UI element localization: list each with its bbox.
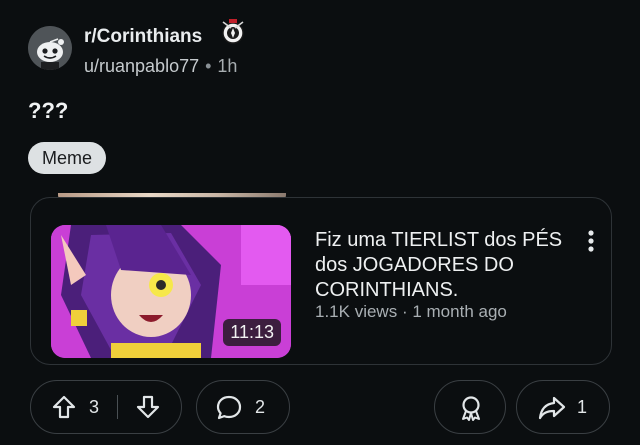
share-button[interactable]: 1 <box>516 380 610 434</box>
post-time: 1h <box>217 56 238 76</box>
subreddit-name[interactable]: r/Corinthians <box>84 26 202 48</box>
author-line: u/ruanpablo77 • 1h <box>84 56 237 77</box>
post-header: r/Corinthians u/ruanpablo77 • 1h <box>28 19 628 76</box>
video-title[interactable]: Fiz uma TIERLIST dos PÉS dos JOGADORES D… <box>315 228 565 303</box>
post-flair[interactable]: Meme <box>28 142 107 174</box>
snoo-avatar-icon[interactable] <box>28 26 72 70</box>
post-title[interactable]: ??? <box>28 98 68 124</box>
author-name[interactable]: u/ruanpablo77 <box>84 56 199 76</box>
share-count: 1 <box>577 397 588 417</box>
separator-dot: • <box>205 56 212 76</box>
upvote-count: 3 <box>89 397 100 417</box>
downvote-arrow-icon[interactable] <box>135 394 161 425</box>
vote-control: 3 <box>30 380 182 434</box>
comment-button[interactable]: 2 <box>196 380 290 434</box>
share-arrow-icon <box>537 394 567 427</box>
comment-bubble-icon <box>215 394 243 427</box>
video-views: 1.1K views <box>315 302 398 321</box>
video-embed-card[interactable]: 11:13 Fiz uma TIERLIST dos PÉS dos JOGAD… <box>30 197 612 365</box>
meta-separator: · <box>401 302 408 321</box>
vertical-dots-icon[interactable] <box>579 226 603 256</box>
video-duration: 11:13 <box>223 319 281 346</box>
video-meta: 1.1K views · 1 month ago <box>315 302 507 322</box>
comment-count: 2 <box>255 397 266 417</box>
award-icon <box>457 394 485 427</box>
award-button[interactable] <box>434 380 506 434</box>
video-age: 1 month ago <box>412 302 507 321</box>
upvote-arrow-icon[interactable] <box>51 394 77 425</box>
video-thumbnail[interactable]: 11:13 <box>51 225 291 358</box>
vote-divider <box>117 395 118 419</box>
corinthians-crest-icon <box>218 18 248 48</box>
